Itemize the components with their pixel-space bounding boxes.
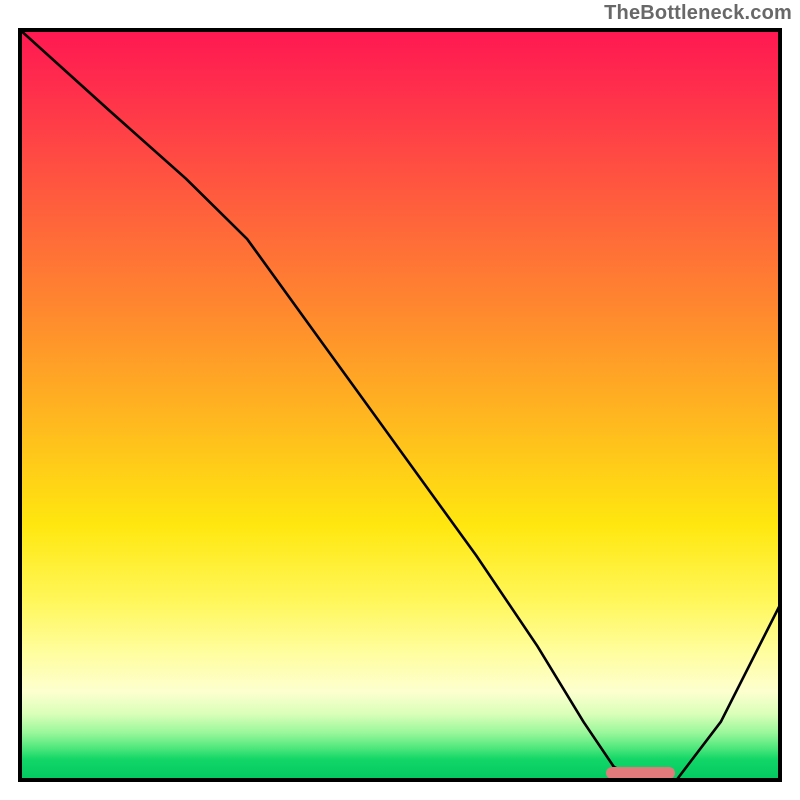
bottleneck-curve-path <box>18 28 782 782</box>
optimal-range-marker <box>606 767 675 779</box>
plot-area <box>18 28 782 782</box>
curve-overlay <box>18 28 782 782</box>
watermark-text: TheBottleneck.com <box>604 2 792 25</box>
chart-container: TheBottleneck.com <box>0 0 800 800</box>
